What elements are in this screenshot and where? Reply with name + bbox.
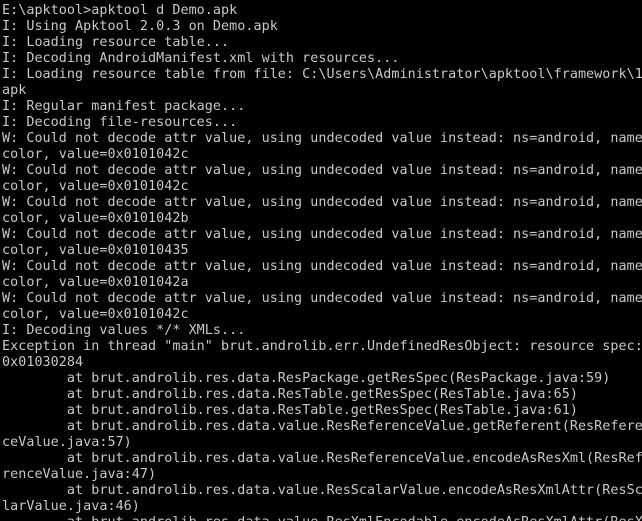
terminal-line: I: Loading resource table... — [2, 35, 230, 50]
terminal-line: I: Decoding AndroidManifest.xml with res… — [2, 51, 400, 66]
terminal-line: color, value=0x0101042c — [2, 147, 189, 162]
terminal-line: I: Using Apktool 2.0.3 on Demo.apk — [2, 19, 278, 34]
terminal-line-partial: at brut.androlib.res.data.value.ResXmlEn… — [2, 515, 642, 521]
terminal-line: W: Could not decode attr value, using un… — [2, 195, 642, 210]
terminal-line: E:\apktool>apktool d Demo.apk — [2, 3, 238, 18]
terminal-window[interactable]: E:\apktool>apktool d Demo.apk I: Using Ap… — [0, 0, 642, 521]
terminal-line: W: Could not decode attr value, using un… — [2, 163, 642, 178]
terminal-line: at brut.androlib.res.data.value.ResRefer… — [2, 419, 642, 434]
terminal-output: E:\apktool>apktool d Demo.apk I: Using Ap… — [2, 3, 642, 521]
terminal-line: color, value=0x01010435 — [2, 243, 189, 258]
terminal-line: ceValue.java:57) — [2, 435, 132, 450]
terminal-line: renceValue.java:47) — [2, 467, 157, 482]
terminal-line: color, value=0x0101042a — [2, 275, 189, 290]
terminal-line: at brut.androlib.res.data.value.ResRefer… — [2, 451, 642, 466]
terminal-line: color, value=0x0101042c — [2, 179, 189, 194]
terminal-line: at brut.androlib.res.data.ResTable.getRe… — [2, 403, 578, 418]
terminal-line: color, value=0x0101042b — [2, 211, 189, 226]
terminal-line: I: Regular manifest package... — [2, 99, 246, 114]
terminal-line: W: Could not decode attr value, using un… — [2, 131, 642, 146]
terminal-line: W: Could not decode attr value, using un… — [2, 227, 642, 242]
terminal-line: apk — [2, 83, 27, 98]
terminal-line: Exception in thread "main" brut.androlib… — [2, 339, 642, 354]
terminal-line: I: Decoding file-resources... — [2, 115, 238, 130]
terminal-line: 0x01030284 — [2, 355, 84, 370]
terminal-line: at brut.androlib.res.data.value.ResScala… — [2, 483, 642, 498]
terminal-line: larValue.java:46) — [2, 499, 140, 514]
terminal-line: at brut.androlib.res.data.ResPackage.get… — [2, 371, 611, 386]
terminal-line: I: Loading resource table from file: C:\… — [2, 67, 642, 82]
terminal-line: at brut.androlib.res.data.ResTable.getRe… — [2, 387, 578, 402]
terminal-line: I: Decoding values */* XMLs... — [2, 323, 246, 338]
terminal-line: W: Could not decode attr value, using un… — [2, 259, 642, 274]
terminal-line: color, value=0x0101042c — [2, 307, 189, 322]
terminal-line: W: Could not decode attr value, using un… — [2, 291, 642, 306]
